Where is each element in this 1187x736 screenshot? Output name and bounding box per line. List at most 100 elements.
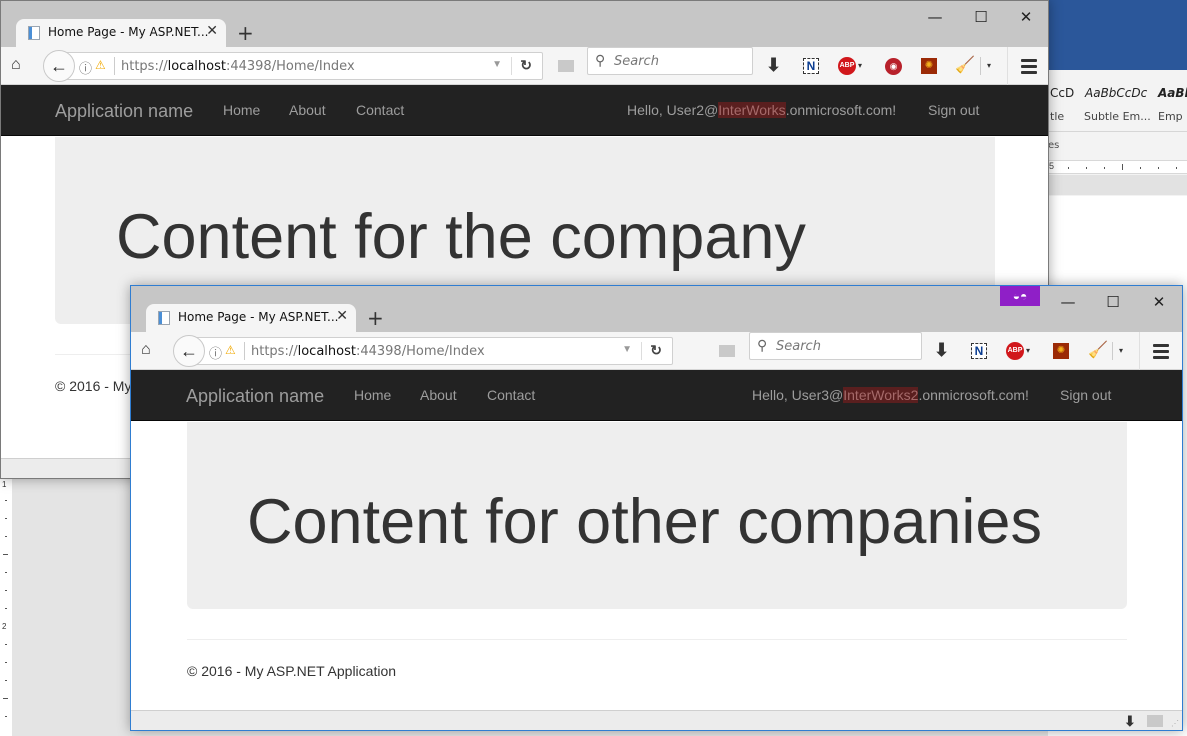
insecure-lock-icon[interactable]: ⚠ bbox=[95, 58, 106, 72]
onenote-clipper-icon[interactable]: N bbox=[971, 343, 987, 359]
ruler-tick bbox=[1158, 167, 1159, 169]
nav-link-contact[interactable]: Contact bbox=[356, 102, 404, 118]
ruler-tick bbox=[5, 608, 7, 609]
footer-copyright: © 2016 - My ASP.NET Application bbox=[187, 663, 397, 679]
envelope-icon[interactable] bbox=[719, 345, 735, 357]
search-icon: ⚲ bbox=[757, 337, 768, 353]
envelope-icon[interactable] bbox=[558, 60, 574, 72]
download-icon[interactable]: ⬇ bbox=[1124, 713, 1136, 730]
adblock-dropdown-icon[interactable]: ▾ bbox=[1026, 346, 1030, 355]
address-bar[interactable]: ⓘ ⚠ https://localhost:44398/Home/Index ▼… bbox=[197, 337, 673, 365]
sign-out-link[interactable]: Sign out bbox=[928, 102, 979, 118]
url-host: localhost bbox=[297, 344, 356, 359]
word-style-preview-subtitle[interactable]: CcD bbox=[1050, 86, 1074, 100]
info-icon[interactable]: ⓘ bbox=[209, 343, 222, 362]
tab-title: Home Page - My ASP.NET... bbox=[48, 25, 209, 39]
private-mask-icon: ◒◓ bbox=[1000, 286, 1040, 306]
title-bar: Home Page - My ASP.NET... ✕ + — ☐ ✕ bbox=[1, 1, 1048, 47]
tenant-name-highlight: InterWorks bbox=[718, 102, 786, 118]
word-style-preview-subtle-emphasis[interactable]: AaBbCcDc bbox=[1085, 86, 1147, 100]
word-style-label-emphasis: Emp bbox=[1158, 110, 1183, 123]
url-text[interactable]: https://localhost:44398/Home/Index bbox=[121, 59, 355, 74]
app-brand-link[interactable]: Application name bbox=[55, 101, 193, 122]
ruler-tick bbox=[5, 680, 7, 681]
tab-close-icon[interactable]: ✕ bbox=[206, 23, 218, 39]
onenote-clipper-icon[interactable]: N bbox=[803, 58, 819, 74]
ruler-tick bbox=[5, 500, 7, 501]
footer-divider bbox=[187, 639, 1127, 640]
word-horizontal-ruler: 5 bbox=[1048, 160, 1187, 174]
browser-tab[interactable]: Home Page - My ASP.NET... ✕ bbox=[16, 19, 226, 47]
adblock-plus-icon[interactable]: ABP bbox=[1006, 342, 1024, 360]
greeting-suffix: .onmicrosoft.com! bbox=[785, 102, 897, 118]
ruler-tick bbox=[1068, 167, 1069, 169]
search-icon: ⚲ bbox=[595, 52, 606, 68]
envelope-icon[interactable] bbox=[1147, 715, 1163, 727]
new-tab-button[interactable]: + bbox=[237, 21, 254, 45]
ruler-tick bbox=[5, 572, 7, 573]
adblock-plus-icon[interactable]: ABP bbox=[838, 57, 856, 75]
nav-link-home[interactable]: Home bbox=[354, 387, 391, 403]
broom-icon[interactable]: 🧹 bbox=[955, 55, 975, 75]
greeting-suffix: .onmicrosoft.com! bbox=[918, 387, 1029, 403]
maximize-button[interactable]: ☐ bbox=[958, 7, 1004, 29]
search-input[interactable]: ⚲ Search bbox=[749, 332, 922, 360]
jumbotron-heading: Content for the company bbox=[116, 202, 806, 272]
app-brand-link[interactable]: Application name bbox=[186, 386, 324, 407]
insecure-lock-icon[interactable]: ⚠ bbox=[225, 343, 236, 357]
info-icon[interactable]: ⓘ bbox=[79, 58, 92, 77]
url-path: :44398/Home/Index bbox=[225, 59, 355, 74]
nav-link-home[interactable]: Home bbox=[223, 102, 260, 118]
home-icon[interactable]: ⌂ bbox=[141, 341, 151, 359]
maximize-button[interactable]: ☐ bbox=[1090, 292, 1136, 314]
minimize-button[interactable]: — bbox=[912, 7, 958, 29]
download-icon[interactable]: ⬇ bbox=[766, 55, 781, 76]
back-button[interactable]: ← bbox=[173, 335, 205, 367]
search-input[interactable]: ⚲ Search bbox=[587, 47, 753, 75]
extension-icon[interactable]: ✺ bbox=[1053, 343, 1069, 359]
user-greeting[interactable]: Hello, User2@InterWorks.onmicrosoft.com! bbox=[627, 102, 896, 118]
browser-tab[interactable]: Home Page - My ASP.NET... ✕ bbox=[146, 304, 356, 332]
nav-link-about[interactable]: About bbox=[289, 102, 326, 118]
close-window-button[interactable]: ✕ bbox=[1136, 292, 1182, 314]
user-greeting[interactable]: Hello, User3@InterWorks2.onmicrosoft.com… bbox=[752, 387, 1029, 403]
broom-icon[interactable]: 🧹 bbox=[1088, 340, 1108, 360]
greeting-prefix: Hello, User3@ bbox=[752, 387, 844, 403]
ruler-tick bbox=[1104, 167, 1105, 169]
ruler-number: 1 bbox=[2, 480, 7, 489]
reload-icon[interactable]: ↻ bbox=[650, 342, 662, 359]
download-icon[interactable]: ⬇ bbox=[934, 340, 949, 361]
ruler-tick bbox=[1086, 167, 1087, 169]
url-dropdown-icon[interactable]: ▼ bbox=[492, 59, 502, 70]
menu-icon[interactable] bbox=[1153, 344, 1169, 360]
overflow-dropdown-icon[interactable]: ▾ bbox=[987, 61, 991, 70]
nav-link-about[interactable]: About bbox=[420, 387, 457, 403]
back-button[interactable]: ← bbox=[43, 50, 75, 82]
sign-out-link[interactable]: Sign out bbox=[1060, 387, 1111, 403]
word-styles-group-label: es bbox=[1048, 140, 1060, 151]
toolbar-divider bbox=[1139, 332, 1140, 370]
ruler-tick bbox=[5, 716, 7, 717]
search-placeholder: Search bbox=[776, 339, 821, 354]
adblock-dropdown-icon[interactable]: ▾ bbox=[858, 61, 862, 70]
reload-icon[interactable]: ↻ bbox=[520, 57, 532, 74]
resize-grip-icon[interactable]: ⋰ bbox=[1171, 719, 1179, 728]
url-text[interactable]: https://localhost:44398/Home/Index bbox=[251, 344, 485, 359]
tab-close-icon[interactable]: ✕ bbox=[336, 308, 348, 324]
extension-icon[interactable]: ✺ bbox=[921, 58, 937, 74]
back-icon: ← bbox=[50, 56, 68, 76]
home-icon[interactable]: ⌂ bbox=[11, 56, 21, 74]
word-style-preview-emphasis[interactable]: AaBb bbox=[1158, 86, 1187, 100]
browser-toolbar: ⌂ ⓘ ⚠ https://localhost:44398/Home/Index… bbox=[131, 332, 1182, 370]
minimize-button[interactable]: — bbox=[1045, 292, 1091, 314]
url-dropdown-icon[interactable]: ▼ bbox=[622, 344, 632, 355]
page-favicon-icon bbox=[158, 311, 170, 325]
rss-icon[interactable]: ◉ bbox=[885, 58, 902, 75]
menu-icon[interactable] bbox=[1021, 59, 1037, 75]
close-window-button[interactable]: ✕ bbox=[1003, 7, 1048, 29]
address-bar[interactable]: ⓘ ⚠ https://localhost:44398/Home/Index ▼… bbox=[67, 52, 543, 80]
ruler-number: 2 bbox=[2, 622, 7, 631]
new-tab-button[interactable]: + bbox=[367, 306, 384, 330]
nav-link-contact[interactable]: Contact bbox=[487, 387, 535, 403]
overflow-dropdown-icon[interactable]: ▾ bbox=[1119, 346, 1123, 355]
